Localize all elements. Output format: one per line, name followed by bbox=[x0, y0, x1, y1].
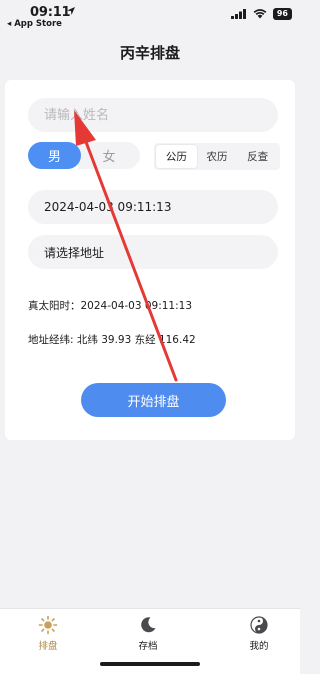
moon-icon bbox=[141, 617, 156, 633]
tab-cundang[interactable]: 存档 bbox=[118, 615, 178, 652]
home-indicator bbox=[100, 662, 200, 666]
tab-wode[interactable]: 我的 bbox=[229, 615, 289, 652]
coordinates-text: 地址经纬: 北纬 39.93 东经 116.42 bbox=[28, 334, 196, 346]
status-time: 09:11 bbox=[30, 5, 71, 20]
back-to-app-store-link[interactable]: ◂ App Store bbox=[7, 19, 62, 29]
tab-label: 我的 bbox=[249, 641, 269, 652]
taiji-icon bbox=[250, 616, 268, 634]
calendar-option-lunar[interactable]: 农历 bbox=[197, 145, 238, 168]
true-solar-time-text: 真太阳时：2024-04-03 09:11:13 bbox=[28, 300, 193, 312]
status-icons: 96 bbox=[230, 8, 292, 20]
cellular-signal-icon bbox=[230, 9, 246, 19]
page-title: 丙辛排盘 bbox=[119, 44, 180, 62]
datetime-value: 2024-04-03 09:11:13 bbox=[44, 200, 172, 214]
address-picker[interactable]: 请选择地址 bbox=[28, 235, 278, 269]
name-input[interactable] bbox=[28, 98, 278, 132]
tab-label: 存档 bbox=[138, 641, 158, 652]
sun-icon bbox=[38, 615, 58, 635]
location-arrow-icon bbox=[67, 7, 75, 15]
calendar-option-gregorian[interactable]: 公历 bbox=[156, 145, 197, 168]
status-bar: 09:11 ◂ App Store 96 bbox=[0, 0, 300, 32]
gender-male-option[interactable]: 男 bbox=[28, 142, 81, 169]
address-value: 请选择地址 bbox=[44, 245, 105, 260]
tab-label: 排盘 bbox=[38, 641, 58, 652]
tab-paipan[interactable]: 排盘 bbox=[18, 615, 78, 652]
battery-indicator: 96 bbox=[272, 8, 292, 20]
wifi-icon bbox=[253, 9, 267, 19]
datetime-picker[interactable]: 2024-04-03 09:11:13 bbox=[28, 190, 278, 224]
calendar-type-selector: 公历 农历 反查 bbox=[154, 143, 280, 170]
calendar-option-reverse-lookup[interactable]: 反查 bbox=[237, 145, 278, 168]
gender-female-option[interactable]: 女 bbox=[78, 142, 140, 169]
start-paipan-button[interactable]: 开始排盘 bbox=[81, 383, 226, 417]
